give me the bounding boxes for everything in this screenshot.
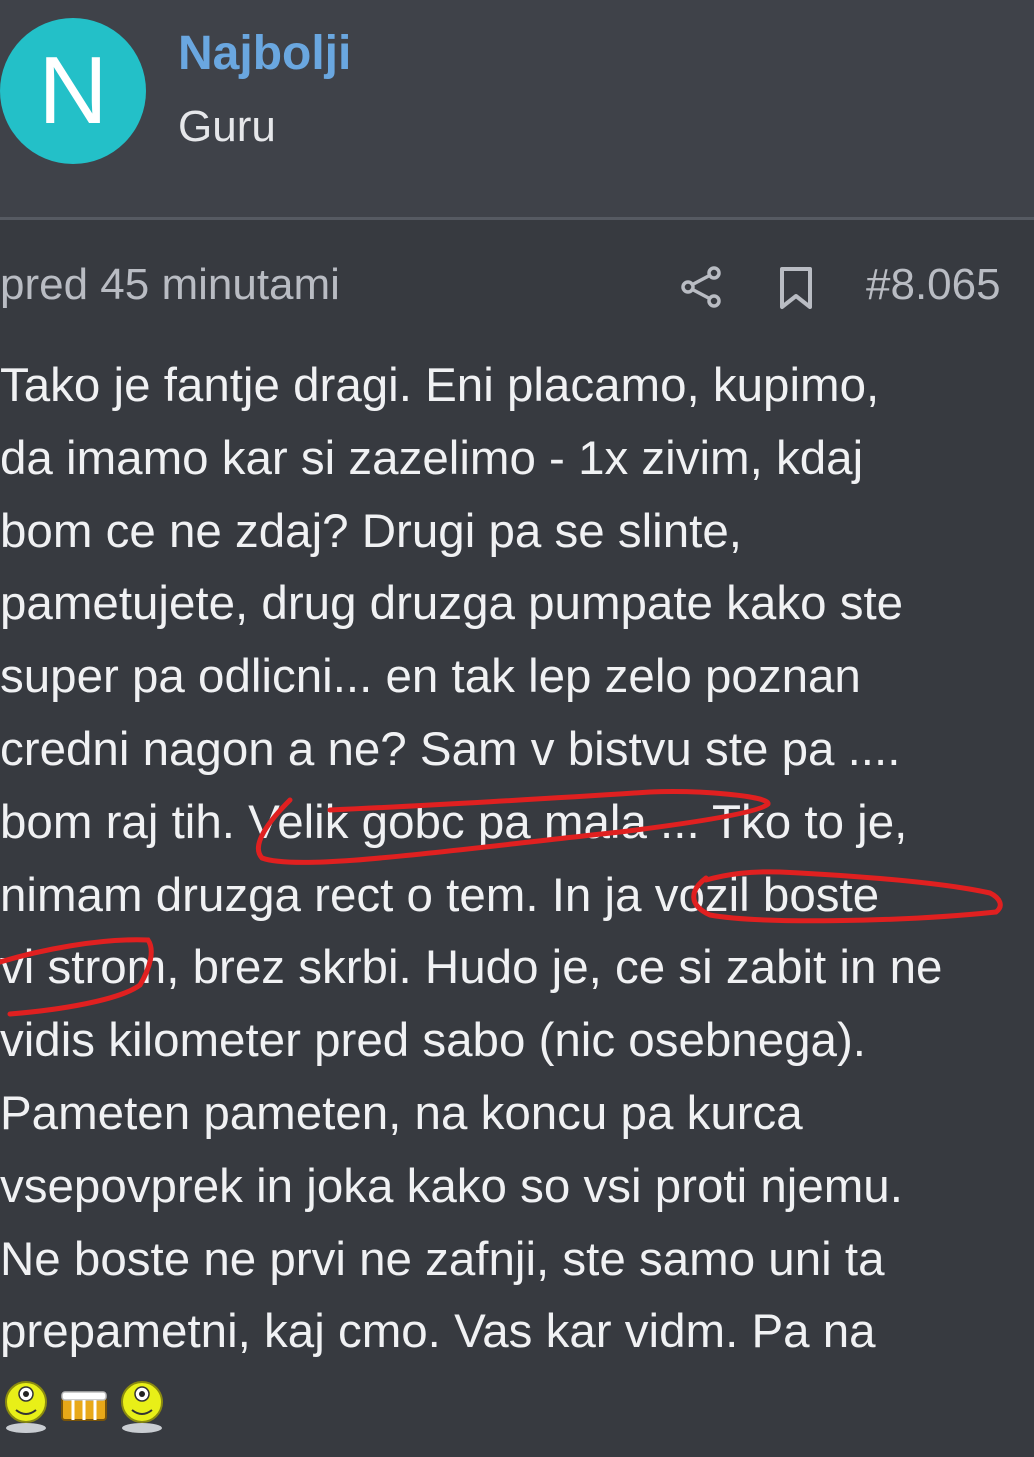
divider	[0, 217, 1034, 220]
avatar-letter: N	[38, 37, 108, 144]
smiley-emoji	[5, 1381, 47, 1433]
beer-emoji	[61, 1391, 107, 1421]
avatar[interactable]: N	[0, 18, 146, 164]
post-body: Tako je fantje dragi. Eni placamo, kupim…	[0, 359, 943, 1359]
author-rank: Guru	[178, 102, 276, 151]
share-icon[interactable]	[680, 265, 724, 309]
smiley-emoji	[121, 1381, 163, 1433]
post-timestamp: pred 45 minutami	[0, 260, 340, 309]
emoji-row	[0, 1376, 168, 1436]
bookmark-icon[interactable]	[778, 266, 814, 310]
author-name[interactable]: Najbolji	[178, 26, 351, 81]
post-meta: pred 45 minutami #8.065	[0, 260, 1034, 314]
post-header: N Najbolji Guru	[0, 0, 1034, 217]
post-number[interactable]: #8.065	[866, 260, 1001, 310]
